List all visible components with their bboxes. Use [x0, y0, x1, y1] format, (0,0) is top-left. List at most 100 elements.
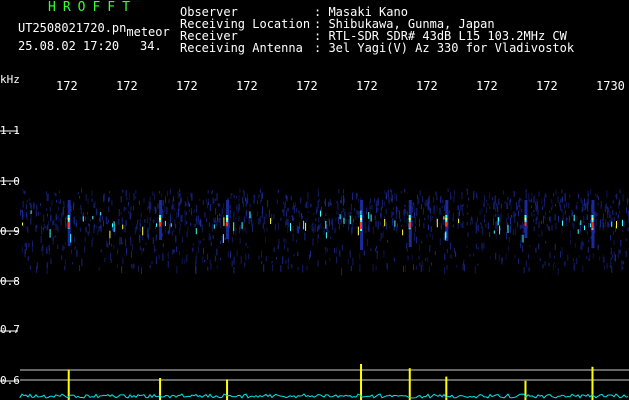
noise-speck [79, 265, 80, 272]
noise-speck [187, 226, 189, 232]
noise-speck [120, 196, 122, 203]
noise-speck [452, 224, 454, 228]
noise-speck [173, 203, 175, 206]
noise-speck [46, 267, 48, 275]
noise-speck [498, 254, 500, 262]
noise-speck [427, 214, 429, 220]
noise-speck [76, 219, 77, 226]
noise-speck [265, 216, 267, 220]
noise-speck [140, 223, 142, 227]
noise-speck [588, 258, 590, 261]
noise-speck [336, 211, 338, 215]
noise-speck [55, 213, 57, 220]
noise-speck [41, 246, 43, 252]
noise-speck [53, 219, 55, 226]
noise-speck [164, 205, 166, 213]
noise-speck [343, 224, 345, 228]
noise-speck [233, 194, 235, 199]
noise-speck [341, 211, 343, 216]
noise-speck [565, 201, 567, 207]
noise-speck [427, 257, 429, 262]
noise-speck [93, 203, 95, 208]
noise-speck [439, 238, 441, 246]
noise-speck [597, 202, 599, 206]
noise-speck [372, 226, 374, 234]
noise-speck [73, 216, 75, 225]
noise-speck [514, 227, 516, 236]
noise-speck [117, 248, 119, 255]
noise-speck [376, 200, 378, 208]
tick-marks [0, 130, 18, 382]
noise-speck [353, 218, 354, 223]
noise-speck [493, 215, 495, 218]
noise-speck [343, 189, 344, 194]
noise-speck [588, 222, 590, 228]
noise-speck [60, 217, 62, 226]
noise-speck [147, 233, 149, 240]
noise-speck [455, 251, 457, 257]
noise-speck [22, 189, 24, 194]
noise-speck [518, 210, 520, 217]
noise-speck [285, 220, 287, 227]
noise-speck [475, 244, 477, 249]
noise-speck [419, 190, 421, 196]
noise-speck [20, 209, 22, 216]
noise-speck [238, 207, 240, 213]
noise-speck [537, 209, 539, 216]
noise-speck [467, 232, 469, 237]
noise-speck [246, 231, 248, 234]
noise-speck [619, 198, 621, 204]
noise-speck [405, 209, 407, 214]
noise-speck [415, 265, 417, 270]
noise-speck [607, 222, 609, 228]
noise-speck [543, 214, 545, 218]
noise-speck [536, 198, 538, 205]
noise-speck [350, 211, 352, 214]
noise-speck [340, 200, 342, 203]
noise-speck [466, 222, 468, 225]
noise-speck [546, 224, 548, 227]
noise-speck [536, 216, 538, 220]
minor-echo [443, 216, 445, 220]
noise-speck [194, 223, 196, 227]
noise-speck [57, 225, 59, 232]
minor-echo [290, 223, 291, 232]
noise-speck [29, 202, 31, 205]
noise-speck [154, 206, 156, 214]
noise-speck [33, 203, 35, 209]
noise-speck [341, 244, 343, 251]
noise-speck [494, 195, 496, 204]
noise-speck [286, 196, 288, 201]
noise-speck [383, 201, 385, 207]
noise-speck [297, 251, 299, 257]
noise-speck [535, 217, 537, 225]
noise-speck [583, 216, 585, 223]
noise-speck [549, 210, 551, 213]
noise-speck [419, 262, 421, 266]
noise-speck [519, 205, 521, 211]
noise-speck [414, 217, 416, 224]
noise-speck [317, 200, 319, 208]
noise-speck [393, 257, 395, 262]
noise-speck [534, 194, 536, 203]
noise-speck [383, 216, 385, 220]
noise-speck [44, 226, 46, 229]
noise-speck [300, 197, 302, 204]
noise-speck [56, 199, 58, 203]
noise-speck [506, 218, 508, 226]
noise-speck [122, 242, 124, 245]
noise-speck [42, 251, 44, 256]
noise-speck [132, 264, 134, 270]
noise-speck [168, 224, 170, 232]
noise-speck [223, 203, 225, 209]
noise-speck [538, 243, 540, 250]
noise-speck [130, 238, 132, 246]
power-peak [360, 364, 363, 400]
noise-speck [79, 216, 81, 220]
noise-speck [207, 190, 209, 194]
noise-speck [598, 256, 600, 261]
noise-speck [384, 190, 386, 195]
noise-speck [318, 199, 320, 202]
noise-speck [518, 258, 520, 265]
noise-speck [372, 263, 374, 272]
